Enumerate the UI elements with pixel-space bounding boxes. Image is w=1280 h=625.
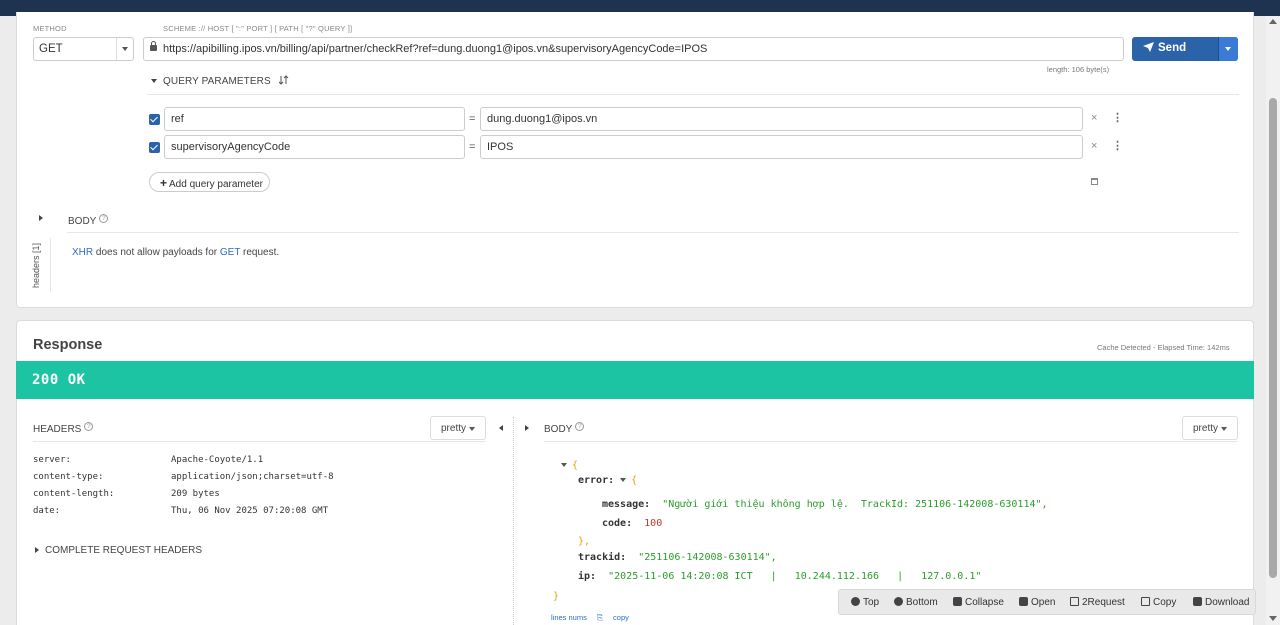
method-value: GET bbox=[39, 43, 63, 55]
query-params-label: QUERY PARAMETERS bbox=[163, 76, 271, 87]
more-options-icon[interactable]: ⋮ bbox=[1112, 139, 1123, 152]
help-icon[interactable]: ? bbox=[84, 422, 94, 431]
json-root-brace[interactable]: { bbox=[561, 460, 578, 471]
json-root-close: } bbox=[553, 591, 560, 602]
json-ip-line: ip: "2025-11-06 14:20:08 ICT | 10.244.11… bbox=[578, 571, 982, 582]
chevron-down-icon bbox=[1221, 427, 1227, 431]
help-icon[interactable]: ? bbox=[575, 422, 585, 431]
divider bbox=[50, 238, 51, 292]
param-key-input[interactable]: ref bbox=[164, 107, 465, 131]
paper-plane-icon bbox=[1143, 42, 1154, 52]
download-button[interactable]: Download bbox=[1193, 597, 1249, 608]
copy-icon bbox=[1141, 597, 1150, 606]
chevron-down-icon bbox=[1225, 47, 1231, 51]
json-message-line: message: "Người giới thiệu không hợp lệ.… bbox=[602, 499, 1048, 510]
send-options-button[interactable] bbox=[1218, 37, 1238, 61]
plus-icon: + bbox=[160, 176, 168, 190]
collapse-left-icon[interactable] bbox=[499, 425, 503, 431]
json-error-line[interactable]: error: { bbox=[578, 475, 637, 486]
param-checkbox[interactable] bbox=[149, 114, 160, 125]
open-button[interactable]: Open bbox=[1019, 597, 1055, 608]
plus-square-icon bbox=[1019, 597, 1028, 606]
headers-label: HEADERS? bbox=[33, 422, 94, 435]
send-label: Send bbox=[1143, 42, 1186, 54]
status-bar: 200 OK bbox=[16, 361, 1254, 399]
scroll-down-icon[interactable] bbox=[1269, 616, 1277, 621]
chevron-down-icon bbox=[561, 463, 567, 467]
divider bbox=[544, 441, 1238, 442]
equals-sign: = bbox=[469, 113, 476, 125]
response-panel: Response Cache Detected - Elapsed Time: … bbox=[16, 320, 1254, 625]
pane-divider[interactable] bbox=[513, 417, 514, 625]
json-close-brace: }, bbox=[578, 536, 591, 547]
chevron-right-icon[interactable] bbox=[39, 215, 43, 221]
scroll-up-icon[interactable] bbox=[1269, 19, 1277, 24]
request-panel: METHOD SCHEME :// HOST [ ":" PORT ] [ PA… bbox=[16, 12, 1254, 308]
param-checkbox[interactable] bbox=[149, 142, 160, 153]
chevron-down-icon[interactable] bbox=[116, 38, 133, 60]
document-icon bbox=[1070, 597, 1079, 606]
expand-right-icon[interactable] bbox=[525, 425, 529, 431]
chevron-down-icon bbox=[620, 478, 627, 482]
copy-button[interactable]: Copy bbox=[1141, 597, 1176, 608]
url-value: https://apibilling.ipos.vn/billing/api/p… bbox=[163, 43, 708, 55]
remove-param-icon[interactable]: × bbox=[1091, 112, 1097, 124]
json-code-line: code: 100 bbox=[602, 518, 663, 529]
body-label: BODY? bbox=[544, 422, 585, 435]
response-title: Response bbox=[33, 337, 103, 353]
arrow-up-icon bbox=[851, 597, 860, 606]
cache-note: Cache Detected - Elapsed Time: 142ms bbox=[1097, 343, 1230, 352]
remove-param-icon[interactable]: × bbox=[1091, 140, 1097, 152]
param-key-input[interactable]: supervisoryAgencyCode bbox=[164, 135, 465, 159]
help-icon[interactable]: ? bbox=[99, 214, 109, 223]
param-value-input[interactable]: dung.duong1@ipos.vn bbox=[480, 107, 1083, 131]
trash-icon[interactable] bbox=[1091, 178, 1098, 185]
length-note: length: 106 byte(s) bbox=[1047, 65, 1110, 74]
scrollbar-thumb[interactable] bbox=[1269, 98, 1277, 578]
method-select[interactable]: GET bbox=[33, 37, 134, 61]
headers-format-select[interactable]: pretty bbox=[430, 416, 486, 440]
arrow-down-icon bbox=[894, 597, 903, 606]
bottom-button[interactable]: Bottom bbox=[894, 597, 938, 608]
copy-icon: ⎘ bbox=[596, 613, 603, 622]
divider bbox=[67, 232, 1239, 233]
scheme-label: SCHEME :// HOST [ ":" PORT ] [ PATH [ "?… bbox=[163, 24, 353, 33]
chevron-down-icon bbox=[151, 79, 157, 83]
to-request-button[interactable]: 2Request bbox=[1070, 597, 1125, 608]
sort-icon[interactable] bbox=[278, 75, 289, 85]
lock-icon bbox=[150, 41, 157, 51]
method-label: METHOD bbox=[33, 24, 67, 33]
page-scrollbar[interactable] bbox=[1266, 16, 1280, 625]
download-icon bbox=[1193, 597, 1202, 606]
url-input[interactable]: https://apibilling.ipos.vn/billing/api/p… bbox=[143, 37, 1124, 61]
divider bbox=[33, 441, 486, 442]
divider bbox=[147, 94, 1239, 95]
param-value-input[interactable]: IPOS bbox=[480, 135, 1083, 159]
complete-request-headers-toggle[interactable]: COMPLETE REQUEST HEADERS bbox=[35, 545, 202, 556]
lines-nums-link[interactable]: lines nums bbox=[551, 613, 587, 622]
minus-square-icon bbox=[953, 597, 962, 606]
body-footer: lines nums ⎘ copy bbox=[551, 613, 645, 623]
xhr-note: XHR does not allow payloads for GET requ… bbox=[72, 247, 280, 258]
body-label: BODY? bbox=[68, 214, 109, 227]
top-button[interactable]: Top bbox=[851, 597, 879, 608]
json-trackid-line: trackid: "251106-142008-630114", bbox=[578, 552, 777, 563]
collapse-button[interactable]: Collapse bbox=[953, 597, 1004, 608]
add-query-param-button[interactable]: + Add query parameter bbox=[149, 172, 270, 192]
more-options-icon[interactable]: ⋮ bbox=[1112, 111, 1123, 124]
copy-link[interactable]: ⎘ copy bbox=[597, 613, 637, 622]
query-params-toggle[interactable]: QUERY PARAMETERS bbox=[151, 75, 289, 87]
equals-sign: = bbox=[469, 141, 476, 153]
chevron-right-icon bbox=[35, 547, 39, 553]
response-toolbar: Top Bottom Collapse Open 2Request Copy D… bbox=[838, 589, 1256, 615]
body-format-select[interactable]: pretty bbox=[1182, 416, 1238, 440]
headers-side-label: headers [1] bbox=[31, 242, 41, 288]
status-text: 200 OK bbox=[32, 372, 86, 388]
chevron-down-icon bbox=[469, 427, 475, 431]
send-button[interactable]: Send bbox=[1132, 37, 1238, 61]
